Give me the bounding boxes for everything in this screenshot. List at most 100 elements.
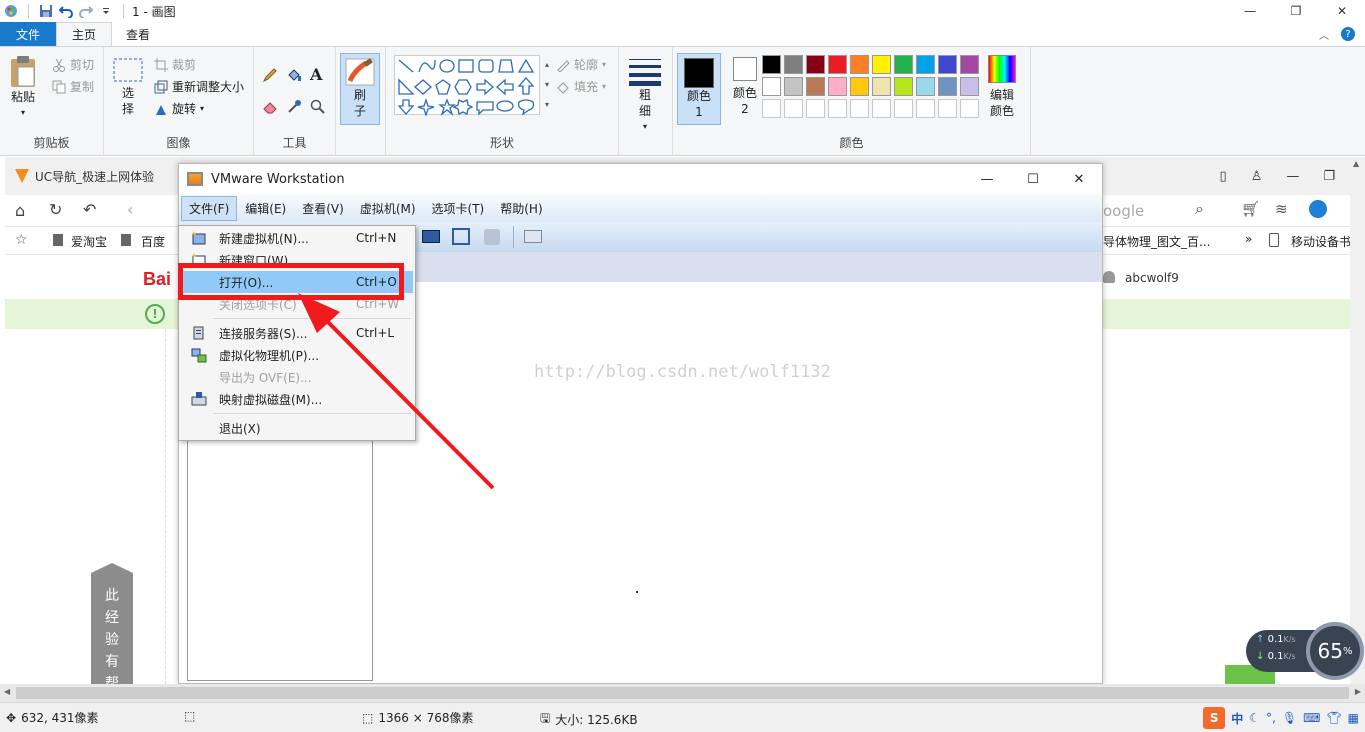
vertical-scrollbar[interactable]: ▲: [1350, 157, 1365, 684]
sogou-ime-logo[interactable]: S: [1203, 707, 1226, 729]
edit-colors-button[interactable]: 编辑颜色: [984, 55, 1020, 119]
menu-item-connect-server[interactable]: 连接服务器(S)... Ctrl+L: [181, 322, 413, 344]
palette-swatch[interactable]: [784, 55, 803, 74]
home-icon[interactable]: ⌂: [15, 201, 25, 220]
star-icon[interactable]: ☆: [15, 232, 28, 248]
thumbnail-view-icon[interactable]: [524, 230, 542, 243]
custom-color-slot[interactable]: [872, 99, 891, 118]
palette-swatch[interactable]: [960, 55, 979, 74]
undo-icon[interactable]: [58, 4, 73, 19]
full-screen-icon[interactable]: [452, 228, 470, 245]
paste-button[interactable]: 粘贴 ▾: [8, 55, 38, 121]
custom-color-slot[interactable]: [784, 99, 803, 118]
undo-close-icon[interactable]: ↶: [83, 200, 96, 219]
color2-button[interactable]: 颜色 2: [725, 57, 765, 117]
bookmark-semiconductor[interactable]: 导体物理_图文_百...: [1103, 233, 1210, 250]
palette-swatch[interactable]: [938, 77, 957, 96]
menu-view[interactable]: 查看(V): [294, 196, 352, 221]
custom-color-slot[interactable]: [894, 99, 913, 118]
bookmarks-overflow-button[interactable]: »: [1245, 232, 1252, 246]
collapse-ribbon-icon[interactable]: ︿: [1319, 27, 1329, 42]
crop-button[interactable]: 裁剪: [154, 56, 196, 73]
custom-color-slot[interactable]: [806, 99, 825, 118]
palette-swatch[interactable]: [806, 77, 825, 96]
moon-icon[interactable]: ☾: [1249, 711, 1260, 725]
custom-color-slot[interactable]: [960, 99, 979, 118]
bookmark-baidu[interactable]: 百度: [141, 233, 165, 250]
menu-item-exit[interactable]: 退出(X): [181, 417, 413, 439]
size-button[interactable]: 粗细 ▾: [627, 55, 663, 135]
menu-item-virtualize-physical[interactable]: 虚拟化物理机(P)...: [181, 344, 413, 366]
palette-swatch[interactable]: [916, 77, 935, 96]
user-name[interactable]: abcwolf9: [1125, 271, 1179, 285]
palette-swatch[interactable]: [762, 77, 781, 96]
palette-swatch[interactable]: [762, 55, 781, 74]
color-picker-icon[interactable]: [286, 99, 302, 115]
select-button[interactable]: 选择: [112, 55, 144, 117]
vmware-maximize-button[interactable]: ☐: [1010, 164, 1056, 194]
rotate-button[interactable]: 旋转 ▾: [154, 100, 204, 117]
palette-swatch[interactable]: [850, 77, 869, 96]
custom-color-slot[interactable]: [828, 99, 847, 118]
fill-bucket-icon[interactable]: [286, 67, 302, 83]
palette-swatch[interactable]: [828, 55, 847, 74]
microphone-icon[interactable]: 🎙︎: [1282, 711, 1297, 725]
custom-color-slot[interactable]: [850, 99, 869, 118]
menu-item-map-disk[interactable]: 映射虚拟磁盘(M)...: [181, 388, 413, 410]
palette-swatch[interactable]: [784, 77, 803, 96]
shapes-gallery[interactable]: [394, 55, 540, 118]
help-icon[interactable]: ?: [1341, 27, 1355, 41]
menu-vm[interactable]: 虚拟机(M): [352, 196, 424, 221]
text-tool-icon[interactable]: A: [310, 65, 322, 84]
palette-swatch[interactable]: [872, 77, 891, 96]
palette-swatch[interactable]: [894, 77, 913, 96]
browser-skin-icon[interactable]: ♙: [1251, 169, 1263, 184]
resize-button[interactable]: 重新调整大小: [154, 78, 244, 95]
magnifier-icon[interactable]: [310, 99, 326, 115]
wifi-icon[interactable]: ≋: [1275, 200, 1288, 218]
bookmark-mobile[interactable]: 移动设备书: [1291, 233, 1351, 250]
customize-toolbar-icon[interactable]: [99, 4, 113, 18]
browser-minimize-icon[interactable]: —: [1286, 169, 1299, 184]
punctuation-icon[interactable]: °,: [1266, 711, 1276, 725]
save-icon[interactable]: [39, 4, 53, 18]
horizontal-scroll-thumb[interactable]: [16, 687, 1349, 699]
brush-button[interactable]: 刷子: [340, 53, 380, 125]
palette-swatch[interactable]: [960, 77, 979, 96]
eraser-icon[interactable]: [262, 99, 278, 115]
browser-account-icon[interactable]: [1309, 200, 1327, 218]
palette-swatch[interactable]: [938, 55, 957, 74]
custom-color-slot[interactable]: [916, 99, 935, 118]
palette-swatch[interactable]: [850, 55, 869, 74]
cart-icon[interactable]: 🛒︎: [1241, 200, 1260, 218]
palette-swatch[interactable]: [828, 77, 847, 96]
skin-icon[interactable]: 👕︎: [1326, 711, 1341, 725]
color1-button[interactable]: 颜色 1: [677, 53, 721, 125]
maximize-button[interactable]: ❐: [1273, 0, 1319, 22]
copy-button[interactable]: 复制: [52, 78, 94, 95]
tab-view[interactable]: 查看: [112, 22, 164, 46]
scroll-right-icon[interactable]: ▶: [1355, 687, 1361, 696]
browser-sidebar-icon[interactable]: ▯: [1220, 169, 1227, 184]
pencil-icon[interactable]: [262, 67, 278, 83]
outline-button[interactable]: 轮廓 ▾: [556, 56, 606, 73]
console-view-icon[interactable]: [422, 230, 440, 243]
palette-swatch[interactable]: [894, 55, 913, 74]
bookmark-aitaobao[interactable]: 爱淘宝: [71, 233, 107, 250]
search-icon[interactable]: ⌕: [1195, 199, 1204, 219]
fill-button[interactable]: 填充 ▾: [556, 78, 606, 95]
menu-tabs[interactable]: 选项卡(T): [424, 196, 493, 221]
vmware-close-button[interactable]: ✕: [1056, 164, 1102, 194]
palette-swatch[interactable]: [806, 55, 825, 74]
toolbox-icon[interactable]: ▦: [1348, 711, 1359, 725]
keyboard-icon[interactable]: ⌨: [1303, 711, 1320, 725]
menu-file[interactable]: 文件(F): [181, 195, 238, 221]
scroll-up-icon[interactable]: ▲: [1353, 159, 1359, 168]
scroll-left-icon[interactable]: ◀: [4, 687, 10, 696]
refresh-icon[interactable]: ↻: [49, 200, 62, 219]
custom-color-slot[interactable]: [938, 99, 957, 118]
feedback-side-tab[interactable]: 此 经 验 有 帮: [91, 563, 133, 684]
ime-language[interactable]: 中: [1231, 710, 1243, 727]
tab-file[interactable]: 文件: [0, 22, 56, 46]
menu-item-new-vm[interactable]: 新建虚拟机(N)... Ctrl+N: [181, 227, 413, 249]
